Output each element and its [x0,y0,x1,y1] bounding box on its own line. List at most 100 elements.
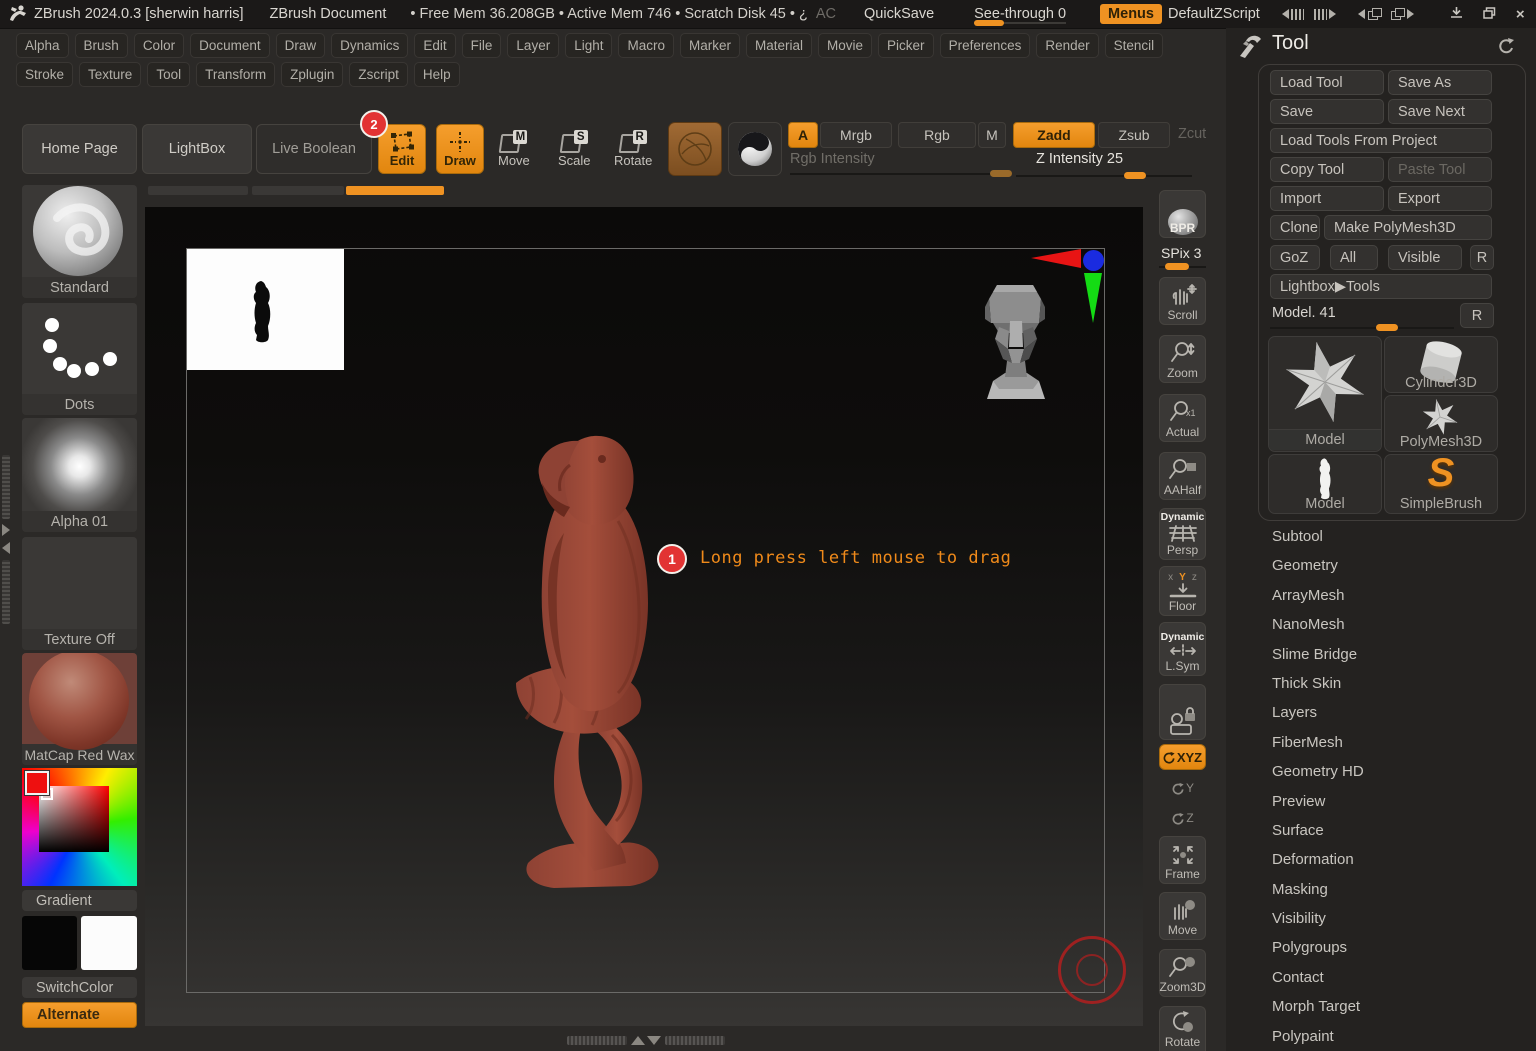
menu-zscript[interactable]: Zscript [349,62,408,87]
tool-section-preview[interactable]: Preview [1226,787,1536,816]
switch-color-button[interactable]: SwitchColor [22,977,137,998]
tool-section-surface[interactable]: Surface [1226,816,1536,845]
save-next-button[interactable]: Save Next [1388,99,1492,124]
draw-mode-button[interactable]: Draw [436,124,484,174]
tool-section-contact[interactable]: Contact [1226,963,1536,992]
restore-button[interactable] [1473,6,1506,23]
rgb-intensity-handle[interactable] [990,170,1012,177]
tray-right-icon[interactable] [1314,9,1336,20]
tool-section-geometry[interactable]: Geometry [1226,551,1536,580]
local-pivot-button[interactable] [1159,684,1206,740]
tray-collapse-icon[interactable] [2,542,10,554]
bpr-button[interactable]: BPR [1159,190,1206,238]
spix-slider[interactable] [1159,266,1206,268]
current-color-swatch[interactable] [25,771,49,795]
save-as-button[interactable]: Save As [1388,70,1492,95]
home-page-button[interactable]: Home Page [22,124,137,174]
tool-section-subtool[interactable]: Subtool [1226,522,1536,551]
rotate-3d-button[interactable]: Rotate [1159,1006,1206,1051]
bottom-tray-scrollbar[interactable] [567,1036,627,1045]
z-intensity-slider[interactable] [1016,175,1192,177]
tool-section-polypaint[interactable]: Polypaint [1226,1022,1536,1051]
menu-light[interactable]: Light [565,33,612,58]
tool-slider-handle[interactable] [1376,324,1398,331]
menu-render[interactable]: Render [1036,33,1098,58]
menu-tool[interactable]: Tool [147,62,190,87]
menu-brush[interactable]: Brush [75,33,128,58]
bottom-tray-arrows[interactable] [631,1036,661,1045]
clone-button[interactable]: Clone [1270,215,1320,240]
minimize-button[interactable] [1440,6,1473,23]
scale-mode-button[interactable]: S Scale [558,130,591,168]
tool-slider[interactable] [1270,327,1454,329]
material-selector[interactable]: MatCap Red Wax [22,653,137,765]
actual-button[interactable]: x1 Actual [1159,394,1206,442]
tool-section-polygroups[interactable]: Polygroups [1226,933,1536,962]
gizmo-y-axis-icon[interactable] [1084,273,1102,323]
menu-dynamics[interactable]: Dynamics [331,33,408,58]
floor-axis-x[interactable]: x [1168,572,1173,583]
rotate-xyz-button[interactable]: XYZ [1159,744,1206,770]
m-toggle-button[interactable]: M [978,122,1006,148]
menu-movie[interactable]: Movie [818,33,872,58]
rotate-mode-button[interactable]: R Rotate [614,130,652,168]
goz-button[interactable]: GoZ [1270,245,1320,270]
load-tool-button[interactable]: Load Tool [1270,70,1384,95]
tool-thumb-cylinder3d[interactable]: Cylinder3D [1384,336,1498,393]
color-picker-sv-square[interactable] [39,786,109,852]
menu-zplugin[interactable]: Zplugin [281,62,343,87]
zoom-button[interactable]: Zoom [1159,335,1206,383]
tool-section-nanomesh[interactable]: NanoMesh [1226,610,1536,639]
tool-section-arraymesh[interactable]: ArrayMesh [1226,581,1536,610]
tray-left-icon[interactable] [1282,9,1304,20]
lightbox-button[interactable]: LightBox [142,124,252,174]
alternate-button[interactable]: Alternate [22,1002,137,1028]
move-mode-button[interactable]: M Move [498,130,530,168]
window-prev-icon[interactable] [1358,8,1381,20]
left-tray-scrollbar[interactable] [2,455,10,519]
tool-section-visibility[interactable]: Visibility [1226,904,1536,933]
tray-up-icon[interactable] [631,1036,645,1045]
rotate-y-button[interactable]: Y [1166,776,1200,800]
persp-button[interactable]: Dynamic Persp [1159,508,1206,560]
window-next-icon[interactable] [1391,8,1414,20]
see-through-slider[interactable]: See-through 0 [974,6,1066,22]
tool-section-geometry-hd[interactable]: Geometry HD [1226,757,1536,786]
make-polymesh3d-button[interactable]: Make PolyMesh3D [1324,215,1492,240]
tray-expand-icon[interactable] [2,524,10,536]
a-toggle-button[interactable]: A [788,122,818,148]
goz-visible-button[interactable]: Visible [1388,245,1462,270]
tool-section-layers[interactable]: Layers [1226,698,1536,727]
frame-button[interactable]: Frame [1159,836,1206,884]
quicksave-button[interactable]: QuickSave [864,6,934,22]
lightbox-tools-button[interactable]: Lightbox▶Tools [1270,274,1492,299]
menu-alpha[interactable]: Alpha [16,33,69,58]
tool-section-thick-skin[interactable]: Thick Skin [1226,669,1536,698]
see-through-handle[interactable] [974,20,1004,26]
import-button[interactable]: Import [1270,186,1384,211]
zadd-toggle-button[interactable]: Zadd [1013,122,1095,148]
bottom-tray-scrollbar[interactable] [665,1036,725,1045]
zcut-toggle-button[interactable]: Zcut [1178,126,1206,142]
menu-material[interactable]: Material [746,33,812,58]
tool-r-button[interactable]: R [1460,303,1494,328]
menu-layer[interactable]: Layer [507,33,559,58]
texture-selector[interactable]: Texture Off [22,537,137,650]
scroll-button[interactable]: Scroll [1159,277,1206,325]
menu-transform[interactable]: Transform [196,62,275,87]
menu-document[interactable]: Document [190,33,270,58]
document-canvas[interactable]: 1 Long press left mouse to drag [145,207,1143,1026]
rotate-z-button[interactable]: Z [1166,806,1200,830]
material-quick-pick-button[interactable] [728,122,782,176]
tool-section-morph-target[interactable]: Morph Target [1226,992,1536,1021]
palette-reset-icon[interactable] [1498,37,1516,55]
left-tray-scrollbar[interactable] [2,560,10,624]
menu-draw[interactable]: Draw [276,33,326,58]
goz-all-button[interactable]: All [1330,245,1378,270]
tool-section-deformation[interactable]: Deformation [1226,845,1536,874]
tray-down-icon[interactable] [647,1036,661,1045]
menu-picker[interactable]: Picker [878,33,934,58]
paste-tool-button[interactable]: Paste Tool [1388,157,1492,182]
floor-button[interactable]: x Y z Floor [1159,566,1206,616]
material-current-button[interactable] [668,122,722,176]
